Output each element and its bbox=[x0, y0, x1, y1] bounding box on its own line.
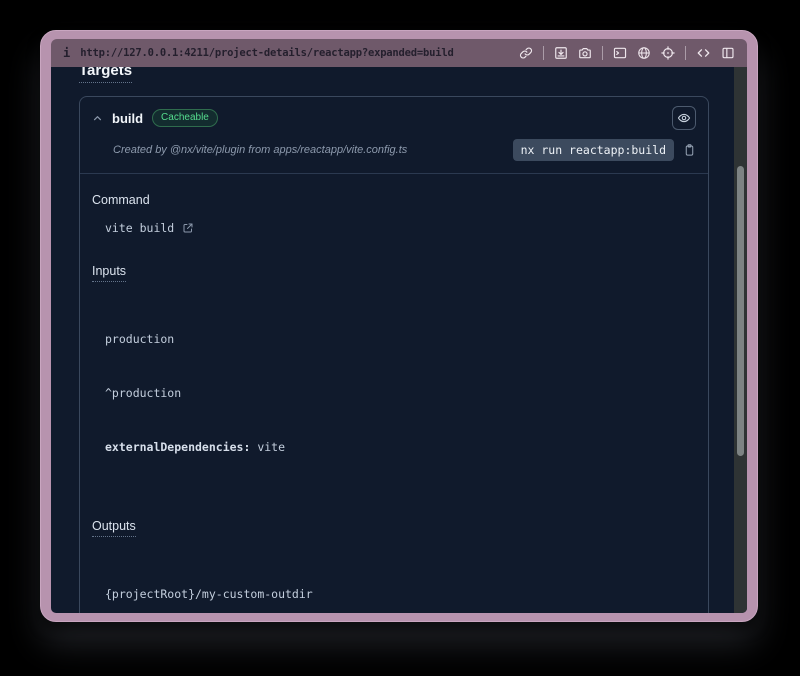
camera-icon[interactable] bbox=[578, 46, 592, 60]
target-build-subheader: Created by @nx/vite/plugin from apps/rea… bbox=[80, 133, 708, 174]
outputs-heading: Outputs bbox=[92, 519, 696, 537]
command-text: vite build bbox=[105, 219, 174, 237]
code-icon[interactable] bbox=[696, 46, 711, 60]
target-build-header[interactable]: build Cacheable bbox=[80, 97, 708, 133]
created-by-text: Created by @nx/vite/plugin from apps/rea… bbox=[113, 144, 407, 156]
target-name: build bbox=[112, 111, 143, 126]
browser-titlebar: i http://127.0.0.1:4211/project-details/… bbox=[51, 39, 747, 67]
section-command: Command vite build bbox=[92, 193, 696, 237]
info-icon[interactable]: i bbox=[63, 46, 70, 60]
vertical-scrollbar[interactable] bbox=[734, 67, 747, 613]
input-item: ^production bbox=[105, 384, 696, 402]
target-build-details: Command vite build Inputs bbox=[80, 174, 708, 613]
save-screenshot-icon[interactable] bbox=[554, 46, 568, 60]
globe-icon[interactable] bbox=[637, 46, 651, 60]
titlebar-separator bbox=[543, 46, 544, 60]
page-title: Targets bbox=[79, 67, 709, 83]
chevron-up-icon bbox=[92, 113, 103, 124]
link-icon[interactable] bbox=[519, 46, 533, 60]
titlebar-separator bbox=[685, 46, 686, 60]
crosshair-icon[interactable] bbox=[661, 46, 675, 60]
page-title-text: Targets bbox=[79, 67, 132, 83]
external-link-icon[interactable] bbox=[182, 222, 194, 234]
copy-icon[interactable] bbox=[683, 143, 696, 157]
page-viewport: Targets build Cacheable Created by @nx/v… bbox=[51, 67, 747, 613]
titlebar-actions bbox=[519, 46, 735, 60]
browser-window: i http://127.0.0.1:4211/project-details/… bbox=[40, 30, 758, 622]
command-heading: Command bbox=[92, 193, 696, 207]
project-details-page: Targets build Cacheable Created by @nx/v… bbox=[51, 67, 734, 613]
inputs-heading: Inputs bbox=[92, 264, 696, 282]
inputs-list: production ^production externalDependenc… bbox=[105, 294, 696, 492]
outputs-list: {projectRoot}/my-custom-outdir bbox=[105, 549, 696, 613]
cacheable-badge: Cacheable bbox=[152, 109, 218, 127]
run-command-chip: nx run reactapp:build bbox=[513, 139, 674, 161]
view-target-graph-button[interactable] bbox=[672, 106, 696, 130]
terminal-icon[interactable] bbox=[613, 46, 627, 60]
input-item: production bbox=[105, 330, 696, 348]
command-value: vite build bbox=[105, 219, 696, 237]
address-url[interactable]: http://127.0.0.1:4211/project-details/re… bbox=[80, 47, 453, 59]
target-card-build: build Cacheable Created by @nx/vite/plug… bbox=[79, 96, 709, 613]
input-item: externalDependencies: vite bbox=[105, 438, 696, 456]
output-item: {projectRoot}/my-custom-outdir bbox=[105, 585, 696, 603]
section-inputs: Inputs production ^production externalDe… bbox=[92, 264, 696, 492]
scrollbar-thumb[interactable] bbox=[737, 166, 744, 456]
titlebar-separator bbox=[602, 46, 603, 60]
section-outputs: Outputs {projectRoot}/my-custom-outdir bbox=[92, 519, 696, 613]
panel-icon[interactable] bbox=[721, 46, 735, 60]
